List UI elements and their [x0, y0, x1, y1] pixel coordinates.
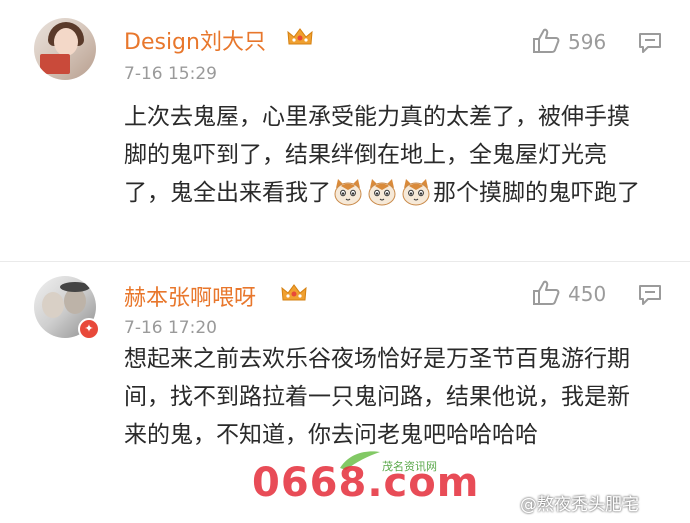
like-button[interactable]: 450: [532, 280, 632, 308]
crown-icon: [287, 28, 313, 45]
weibo-watermark: @熬夜秃头肥宅: [520, 495, 639, 515]
username[interactable]: Design刘大只: [124, 24, 266, 56]
comment-text-tail: 那个摸脚的鬼吓跑了: [433, 180, 640, 206]
site-watermark: 0668.com: [252, 460, 480, 506]
avatar[interactable]: [34, 18, 96, 80]
comment-text: 上次去鬼屋，心里承受能力真的太差了，被伸手摸脚的鬼吓到了，结果绊倒在地上，全鬼屋…: [124, 98, 644, 212]
thumb-up-icon: [533, 28, 560, 53]
comment-text: 想起来之前去欢乐谷夜场恰好是万圣节百鬼游行期间，找不到路拉着一只鬼问路，结果他说…: [124, 346, 630, 448]
avatar-book: [40, 54, 70, 74]
like-count: 450: [568, 282, 607, 306]
avatar-person: [42, 292, 64, 318]
emoji-row: [331, 179, 433, 206]
like-count: 596: [568, 30, 607, 54]
vip-badge-icon: ✦: [78, 318, 100, 340]
crown-icon: [281, 284, 307, 301]
avatar-hat: [60, 282, 90, 292]
avatar-face: [54, 28, 78, 56]
thumb-up-icon: [533, 280, 560, 305]
cat-face-emoji: [402, 179, 430, 206]
comment-item: Design刘大只 7-16 15:29 596 上次去鬼屋，心里承受能力真的太…: [0, 0, 690, 262]
reply-icon[interactable]: [638, 32, 662, 54]
reply-icon[interactable]: [638, 284, 662, 306]
comment-time: 7-16 17:20: [124, 318, 217, 338]
comment-time: 7-16 15:29: [124, 64, 217, 84]
like-button[interactable]: 596: [532, 28, 632, 56]
username[interactable]: 赫本张啊喂呀: [124, 280, 256, 312]
cat-face-emoji: [368, 179, 396, 206]
cat-face-emoji: [334, 179, 362, 206]
